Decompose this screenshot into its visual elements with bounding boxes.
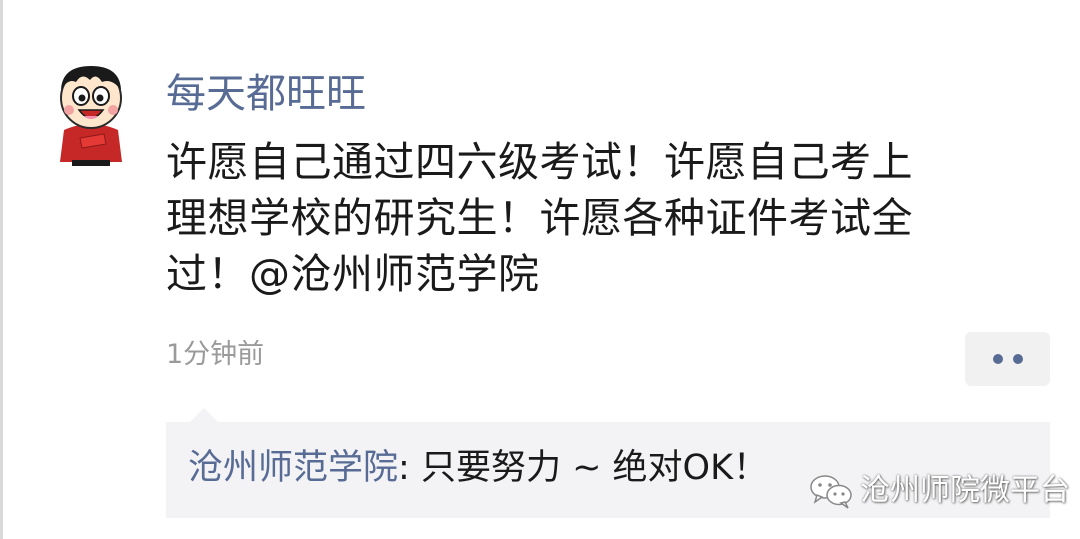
post-text: 许愿自己通过四六级考试！许愿自己考上 理想学校的研究生！许愿各种证件考试全 过！… <box>166 134 1016 302</box>
post-username[interactable]: 每天都旺旺 <box>166 70 366 118</box>
comment-author[interactable]: 沧州师范学院 <box>188 448 398 488</box>
post-text-line: 理想学校的研究生！许愿各种证件考试全 <box>166 194 913 242</box>
more-dots-icon <box>992 354 1003 364</box>
watermark: 沧州师院微平台 <box>808 472 1070 510</box>
wangzai-cartoon-avatar-icon <box>60 66 122 166</box>
comment-box-caret <box>190 408 218 422</box>
comment-text: 只要努力 ~ 绝对OK！ <box>420 448 769 488</box>
user-avatar[interactable] <box>50 60 132 170</box>
comment-item[interactable]: 沧州师范学院: 只要努力 ~ 绝对OK！ <box>188 446 768 490</box>
post-text-line: 许愿自己通过四六级考试！许愿自己考上 <box>166 138 913 186</box>
post-text-line: 过！@沧州师范学院 <box>166 250 540 298</box>
post-timestamp: 1分钟前 <box>166 339 265 370</box>
watermark-text: 沧州师院微平台 <box>860 473 1070 508</box>
left-edge-divider <box>0 0 3 539</box>
comment-separator: : <box>398 448 421 488</box>
wechat-icon <box>810 475 852 509</box>
more-dots-icon <box>1012 354 1023 364</box>
more-actions-button[interactable] <box>965 332 1050 386</box>
